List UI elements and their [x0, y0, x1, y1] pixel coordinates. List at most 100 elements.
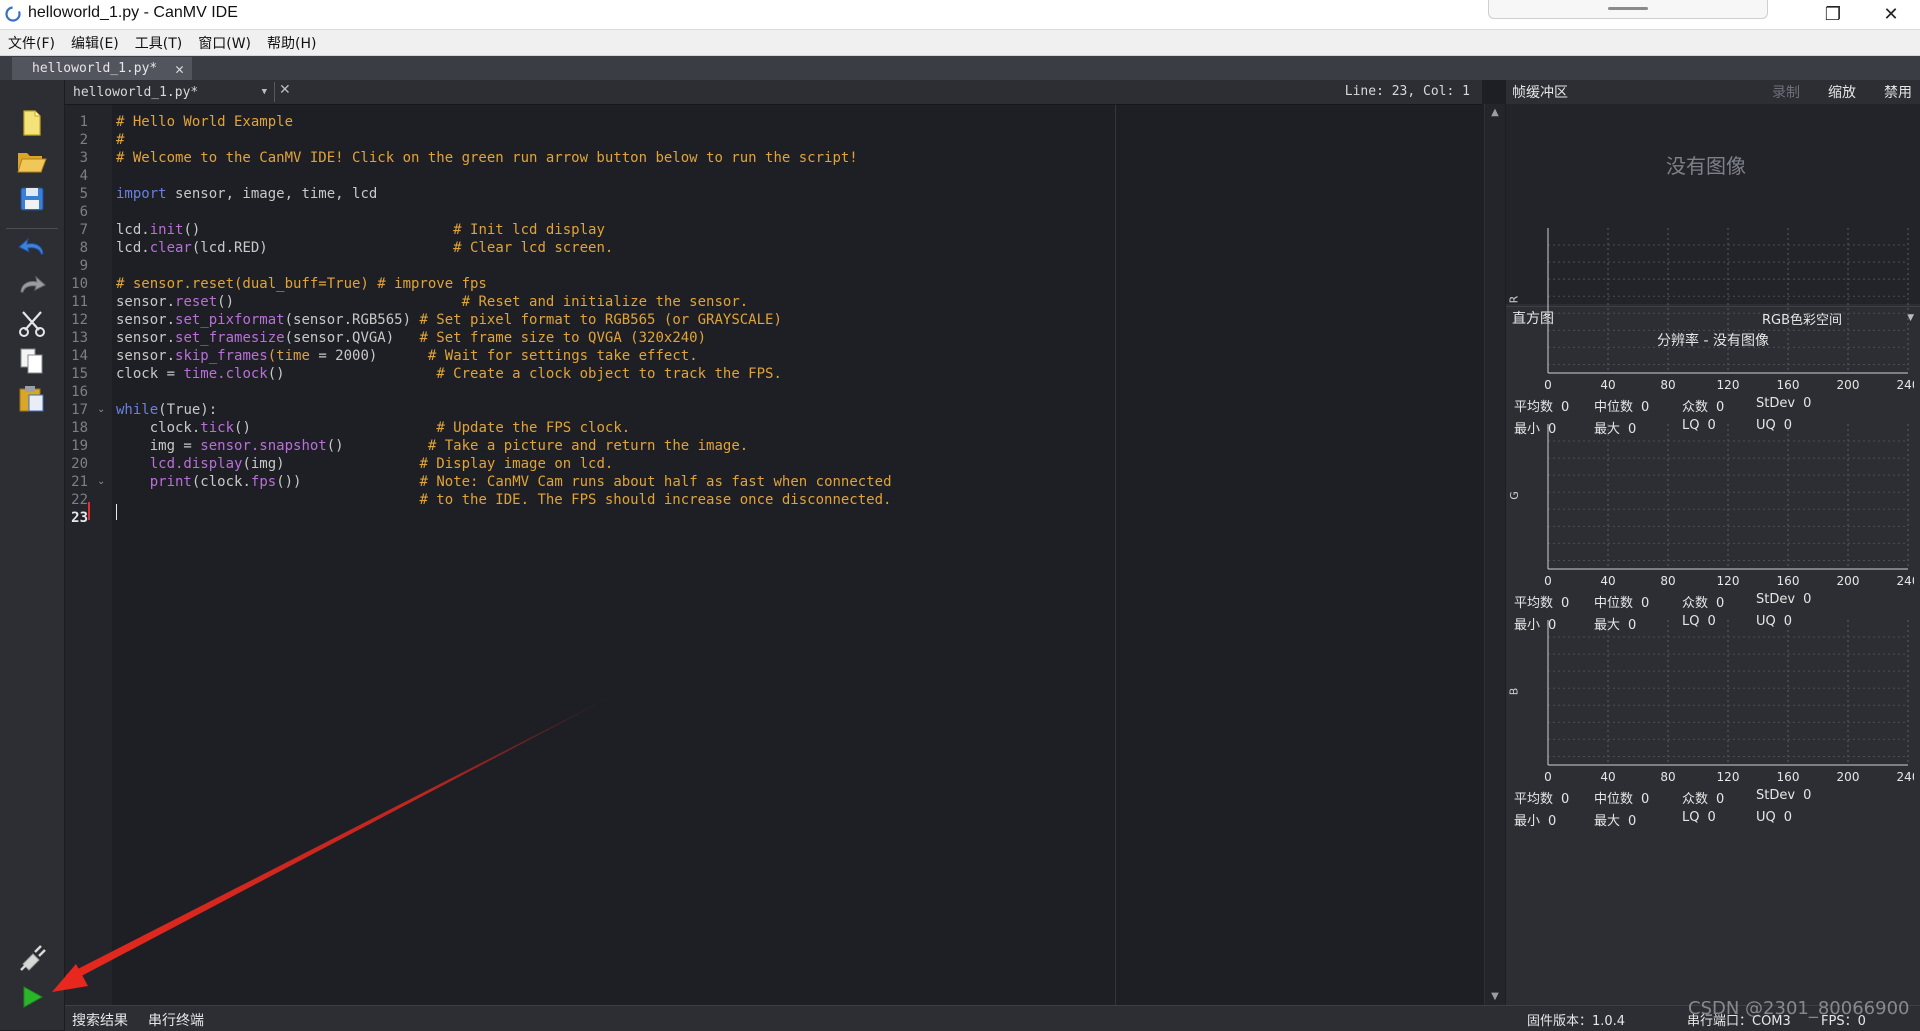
histogram-plot-g: 0 40 80 120 160 200 240	[1544, 424, 1914, 588]
code-token: (sensor.QVGA)	[284, 330, 420, 346]
stat-value: 0	[1716, 792, 1725, 807]
code-token: # Hello World Example	[116, 114, 294, 130]
stat-item: 最大 0	[1594, 810, 1636, 829]
code-token: # Clear lcd screen.	[453, 240, 614, 256]
line-number: 14	[71, 348, 88, 364]
line-number: 3	[79, 150, 88, 166]
code-line: while(True):	[116, 401, 217, 419]
stat-item: 平均数 0	[1514, 396, 1569, 415]
current-line-marker	[88, 502, 90, 520]
x-tick-label: 80	[1660, 378, 1675, 392]
stat-value: 0	[1641, 792, 1650, 807]
code-token: sensor.	[116, 312, 176, 328]
code-token: # Update the FPS clock.	[436, 420, 631, 436]
scroll-up-icon[interactable]: ▲	[1485, 107, 1505, 118]
left-toolbar	[0, 80, 65, 1030]
stat-label: 中位数	[1594, 596, 1634, 611]
code-token: tick	[200, 420, 235, 436]
open-documents-combo[interactable]: helloworld_1.py* ▼	[69, 82, 271, 102]
open-document-name: helloworld_1.py*	[73, 84, 199, 100]
stat-label: StDev	[1756, 788, 1796, 803]
line-number: 21	[71, 474, 88, 490]
line-number: 9	[79, 258, 88, 274]
code-line: sensor.skip_frames(time = 2000) # Wait f…	[116, 347, 698, 365]
x-tick-label: 200	[1837, 574, 1860, 588]
code-token: # Init lcd display	[453, 222, 605, 238]
x-tick-label: 80	[1660, 574, 1675, 588]
cut-icon[interactable]	[12, 306, 52, 340]
code-line: #	[116, 131, 124, 149]
stat-label: StDev	[1756, 396, 1796, 411]
code-token: ()	[217, 294, 462, 310]
redo-icon[interactable]	[12, 268, 52, 302]
stat-label: 平均数	[1514, 792, 1554, 807]
open-file-icon[interactable]	[12, 144, 52, 178]
stat-value: 0	[1628, 814, 1637, 829]
x-tick-label: 120	[1717, 378, 1740, 392]
x-tick-label: 40	[1600, 378, 1615, 392]
stat-label: 中位数	[1594, 400, 1634, 415]
line-number: 12	[71, 312, 88, 328]
code-token: sensor.	[116, 330, 176, 346]
stat-item: 众数 0	[1682, 788, 1724, 807]
restore-button[interactable]: ❐	[1804, 0, 1862, 29]
code-editor[interactable]: # Hello World Example # # Welcome to the C…	[112, 105, 1482, 1005]
stat-value: 0	[1548, 814, 1557, 829]
copy-icon[interactable]	[12, 344, 52, 378]
code-token: # Note: CanMV Cam runs about half as fas…	[419, 474, 892, 490]
minimize-button[interactable]	[1746, 0, 1804, 29]
code-token: sensor.	[116, 294, 176, 310]
close-document-icon[interactable]: ✕	[274, 82, 295, 102]
line-number-gutter: 1 2 3 4 5 6 7 8 9 10 11 12 13 14 15 16 17 18 19 20 21 22 23 ⌄ ⌄	[65, 105, 112, 1005]
firmware-version: 固件版本：1.0.4	[1527, 1014, 1626, 1029]
menu-help[interactable]: 帮助(H)	[259, 33, 324, 53]
line-number: 11	[71, 294, 88, 310]
save-icon[interactable]	[12, 182, 52, 216]
menu-window[interactable]: 窗口(W)	[190, 33, 259, 53]
serial-terminal-tab[interactable]: 串行终端	[148, 1010, 204, 1030]
tab-helloworld[interactable]: helloworld_1.py* ✕	[12, 57, 192, 80]
code-line: img = sensor.snapshot() # Take a picture…	[116, 437, 748, 455]
menu-edit[interactable]: 编辑(E)	[63, 33, 127, 53]
line-number: 7	[79, 222, 88, 238]
line-number: 6	[79, 204, 88, 220]
stat-label: 众数	[1682, 400, 1709, 415]
undo-icon[interactable]	[12, 230, 52, 264]
code-token: lcd.	[116, 222, 150, 238]
toolbar-separator	[6, 228, 58, 229]
x-tick-label: 200	[1837, 378, 1860, 392]
new-file-icon[interactable]	[12, 106, 52, 140]
code-token: init	[149, 222, 184, 238]
paste-icon[interactable]	[12, 382, 52, 416]
tab-close-icon[interactable]: ✕	[175, 60, 184, 78]
x-tick-label: 120	[1717, 574, 1740, 588]
code-token: img =	[116, 438, 201, 454]
menu-tools[interactable]: 工具(T)	[127, 33, 190, 53]
x-tick-label: 0	[1544, 770, 1552, 784]
search-results-tab[interactable]: 搜索结果	[72, 1010, 128, 1030]
connect-icon[interactable]	[12, 942, 52, 976]
zoom-button[interactable]: 缩放	[1828, 82, 1856, 102]
record-button[interactable]: 录制	[1772, 82, 1800, 102]
x-tick-label: 200	[1837, 770, 1860, 784]
disable-button[interactable]: 禁用	[1884, 82, 1912, 102]
stat-value: 0	[1707, 810, 1716, 825]
editor-scrollbar[interactable]: ▲ ▼	[1484, 104, 1505, 1005]
stat-label: 最小	[1514, 814, 1541, 829]
scroll-down-icon[interactable]: ▼	[1485, 991, 1505, 1002]
menu-file[interactable]: 文件(F)	[0, 33, 63, 53]
x-tick-label: 0	[1544, 378, 1552, 392]
no-image-text: 没有图像	[1666, 153, 1746, 178]
close-window-button[interactable]: ✕	[1862, 0, 1920, 29]
code-token: (clock.	[191, 474, 251, 490]
line-number: 2	[79, 132, 88, 148]
x-tick-label: 160	[1777, 574, 1800, 588]
watermark: CSDN @2301_80066900	[1688, 998, 1910, 1019]
code-token: = 2000)	[309, 348, 428, 364]
fold-marker-icon[interactable]: ⌄	[97, 401, 105, 419]
right-margin-guide	[1115, 105, 1116, 1005]
run-icon[interactable]	[12, 980, 52, 1014]
fold-marker-icon[interactable]: ⌄	[97, 473, 105, 491]
